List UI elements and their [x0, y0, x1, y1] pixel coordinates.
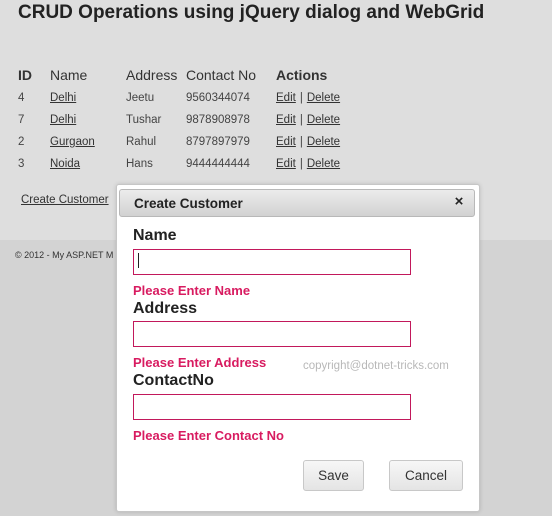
cancel-button[interactable]: Cancel [389, 460, 463, 491]
action-separator: | [299, 114, 303, 126]
dialog-title: Create Customer [134, 196, 243, 211]
action-separator: | [299, 136, 303, 148]
save-button[interactable]: Save [303, 460, 364, 491]
delete-link[interactable]: Delete [307, 158, 340, 170]
customer-grid: ID Name Address Contact No Actions 4 Del… [15, 64, 343, 175]
grid-header-row: ID Name Address Contact No Actions [15, 64, 343, 87]
cell-contact: 9878908978 [186, 114, 250, 126]
cell-address: Rahul [126, 136, 157, 148]
table-row: 7 Delhi Tushar 9878908978 Edit | Delete [15, 109, 343, 131]
address-label: Address [133, 300, 198, 317]
column-header-address: Address [126, 67, 178, 83]
contact-error: Please Enter Contact No [133, 428, 284, 443]
edit-link[interactable]: Edit [276, 158, 296, 170]
cell-actions: Edit | Delete [273, 153, 343, 175]
create-customer-dialog: Create Customer × Name Please Enter Name… [116, 184, 480, 512]
edit-link[interactable]: Edit [276, 136, 296, 148]
dialog-titlebar[interactable]: Create Customer × [119, 189, 475, 217]
watermark-text: copyright@dotnet-tricks.com [303, 360, 449, 372]
column-header-id: ID [18, 67, 32, 83]
contact-label: ContactNo [133, 372, 214, 389]
cell-id: 4 [18, 92, 25, 104]
action-separator: | [299, 92, 303, 104]
column-header-actions: Actions [276, 67, 328, 83]
cell-contact: 9560344074 [186, 92, 250, 104]
column-header-contact: Contact No [186, 67, 257, 83]
delete-link[interactable]: Delete [307, 114, 340, 126]
close-icon[interactable]: × [452, 194, 466, 210]
table-row: 2 Gurgaon Rahul 8797897979 Edit | Delete [15, 131, 343, 153]
edit-link[interactable]: Edit [276, 92, 296, 104]
cell-id: 3 [18, 158, 25, 170]
column-header-name: Name [50, 67, 88, 83]
cell-address: Jeetu [126, 92, 155, 104]
name-link[interactable]: Noida [50, 158, 80, 170]
page-title: CRUD Operations using jQuery dialog and … [18, 2, 485, 23]
name-link[interactable]: Gurgaon [50, 136, 95, 148]
action-separator: | [299, 158, 303, 170]
delete-link[interactable]: Delete [307, 92, 340, 104]
contact-input[interactable] [133, 394, 411, 420]
name-link[interactable]: Delhi [50, 92, 76, 104]
name-label: Name [133, 227, 177, 244]
cell-contact: 9444444444 [186, 158, 250, 170]
cell-id: 7 [18, 114, 25, 126]
cell-actions: Edit | Delete [273, 87, 343, 109]
cell-id: 2 [18, 136, 25, 148]
name-error: Please Enter Name [133, 283, 251, 298]
text-cursor [138, 253, 139, 268]
create-customer-link[interactable]: Create Customer [21, 194, 109, 206]
address-error: Please Enter Address [133, 355, 267, 370]
edit-link[interactable]: Edit [276, 114, 296, 126]
cell-contact: 8797897979 [186, 136, 250, 148]
cell-address: Tushar [126, 114, 162, 126]
name-input[interactable] [133, 249, 411, 275]
footer-copyright: © 2012 - My ASP.NET M [15, 250, 114, 260]
cell-actions: Edit | Delete [273, 109, 343, 131]
cell-actions: Edit | Delete [273, 131, 343, 153]
address-input[interactable] [133, 321, 411, 347]
delete-link[interactable]: Delete [307, 136, 340, 148]
name-link[interactable]: Delhi [50, 114, 76, 126]
table-row: 4 Delhi Jeetu 9560344074 Edit | Delete [15, 87, 343, 109]
cell-address: Hans [126, 158, 153, 170]
table-row: 3 Noida Hans 9444444444 Edit | Delete [15, 153, 343, 175]
